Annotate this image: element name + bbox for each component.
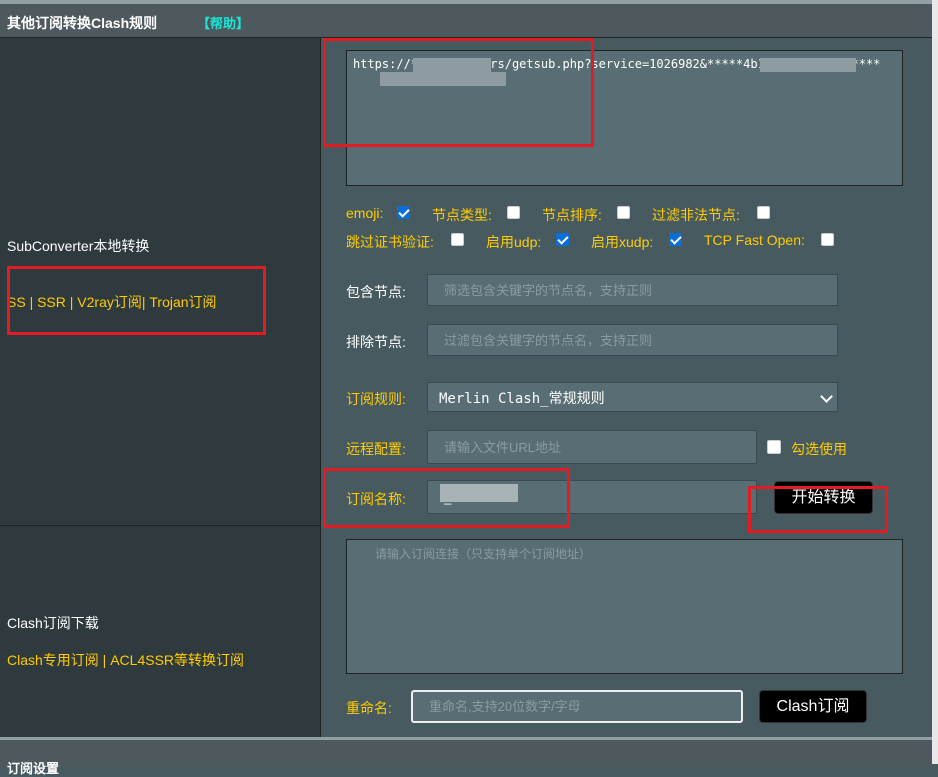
- option-label: TCP Fast Open:: [704, 232, 805, 248]
- subconverter-subtitle: SS | SSR | V2ray订阅| Trojan订阅: [7, 294, 217, 310]
- include-label: 包含节点:: [346, 284, 406, 300]
- include-input[interactable]: [427, 274, 838, 306]
- filter-invalid-checkbox[interactable]: [757, 206, 770, 219]
- exclude-label: 排除节点:: [346, 334, 406, 350]
- clash-download-label-cell: Clash订阅下载 Clash专用订阅 | ACL4SSR等转换订阅: [0, 526, 320, 737]
- exclude-input[interactable]: [427, 324, 838, 356]
- rename-input[interactable]: [411, 690, 743, 723]
- remote-use-label: 勾选使用: [791, 441, 847, 457]
- subconverter-label-cell: SubConverter本地转换 SS | SSR | V2ray订阅| Tro…: [0, 38, 320, 526]
- node-sort-checkbox[interactable]: [617, 206, 630, 219]
- node-type-checkbox[interactable]: [507, 206, 520, 219]
- remote-use-checkbox[interactable]: [767, 440, 781, 454]
- option-label: 节点类型:: [432, 207, 492, 223]
- clash-download-title: Clash订阅下载: [7, 615, 99, 631]
- section-title: 其他订阅转换Clash规则: [7, 15, 158, 31]
- section-header: 其他订阅转换Clash规则 【帮助】: [0, 0, 932, 38]
- next-section-header: 订阅设置: [0, 737, 932, 776]
- tcp-fast-open-checkbox[interactable]: [821, 233, 834, 246]
- redaction: [413, 58, 491, 72]
- clash-download-subtitle: Clash专用订阅 | ACL4SSR等转换订阅: [7, 652, 245, 668]
- option-label: 节点排序:: [542, 207, 602, 223]
- clash-subscribe-button[interactable]: Clash订阅: [759, 690, 867, 723]
- chevron-down-icon: [820, 390, 833, 403]
- option-label: 过滤非法节点:: [652, 207, 740, 223]
- option-label: 启用udp:: [486, 234, 542, 250]
- option-label: 启用xudp:: [591, 234, 654, 250]
- rename-label: 重命名:: [346, 700, 392, 716]
- redaction: [760, 58, 856, 72]
- skip-cert-checkbox[interactable]: [451, 233, 464, 246]
- udp-checkbox[interactable]: [556, 233, 569, 246]
- rules-select-value: Merlin Clash_常规规则: [439, 391, 605, 407]
- subname-label: 订阅名称:: [346, 491, 406, 507]
- scroll-edge: [932, 0, 938, 764]
- redaction: [440, 484, 518, 502]
- remote-label: 远程配置:: [346, 441, 406, 457]
- rules-label: 订阅规则:: [346, 391, 406, 407]
- emoji-checkbox[interactable]: [397, 206, 410, 219]
- subconverter-title: SubConverter本地转换: [7, 238, 150, 254]
- rules-select[interactable]: Merlin Clash_常规规则: [427, 382, 838, 412]
- next-section-title: 订阅设置: [7, 761, 60, 776]
- remote-url-input[interactable]: [427, 430, 757, 464]
- redaction: [380, 72, 506, 86]
- help-link[interactable]: 【帮助】: [197, 13, 249, 32]
- option-label: emoji:: [346, 205, 384, 221]
- convert-button[interactable]: 开始转换: [774, 481, 873, 514]
- xudp-checkbox[interactable]: [669, 233, 682, 246]
- option-label: 跳过证书验证:: [346, 234, 434, 250]
- clash-url-textarea[interactable]: [346, 539, 903, 674]
